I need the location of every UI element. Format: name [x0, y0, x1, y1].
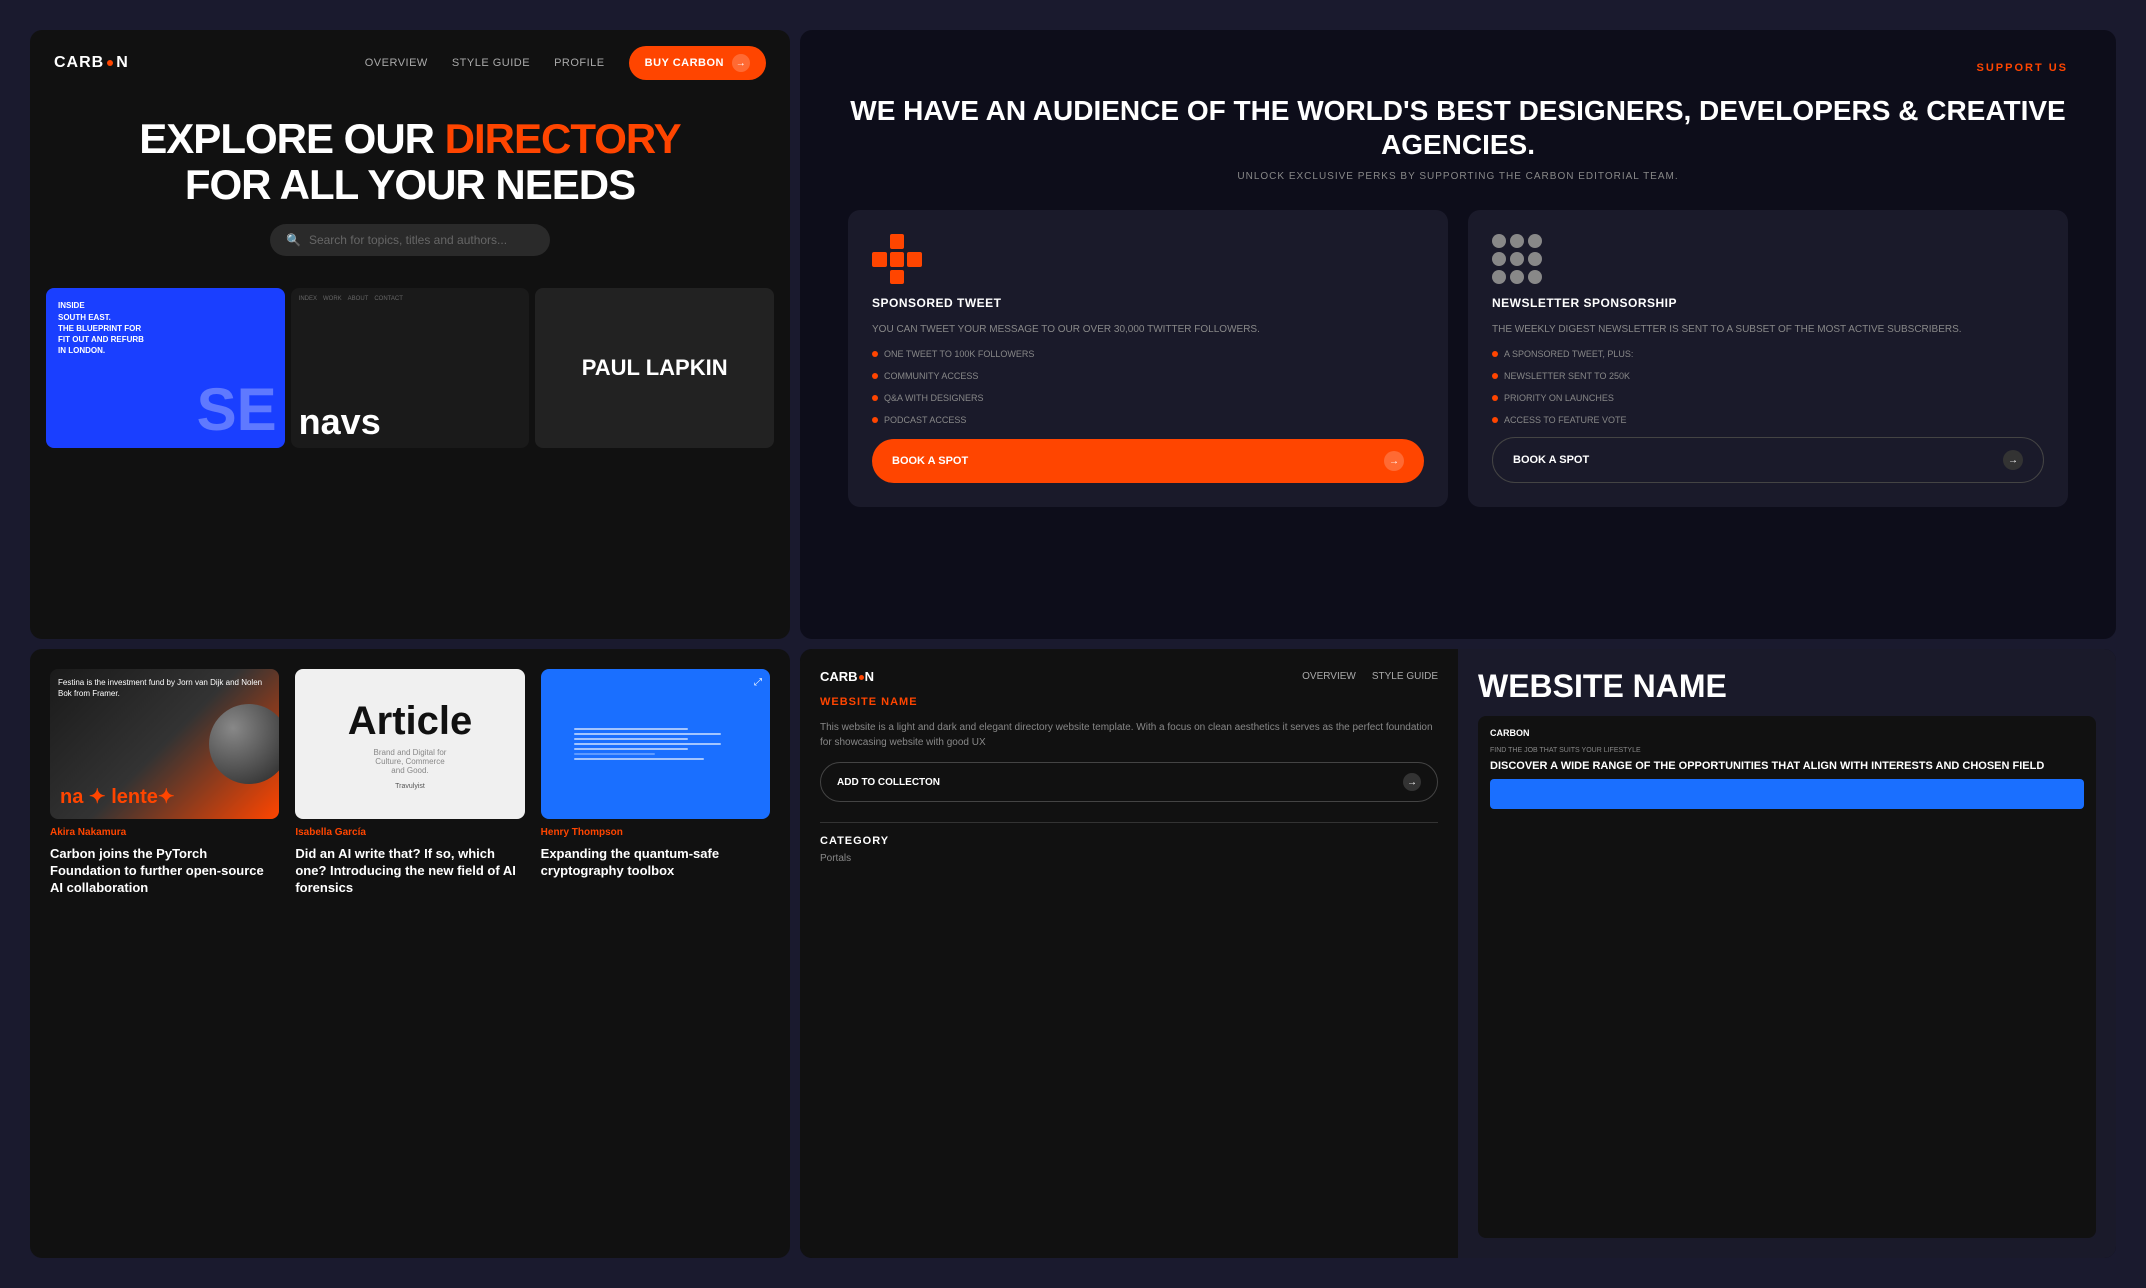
blog-img-festina: Festina is the investment fund by Jorn v… [50, 669, 279, 819]
buy-carbon-button[interactable]: BUY CARBON → [629, 46, 766, 80]
quantum-lines [564, 684, 747, 804]
website-right-title: WEBSITE NAME [1478, 669, 2096, 704]
sponsored-tweet-card: SPONSORED TWEET YOU CAN TWEET YOUR MESSA… [848, 210, 1448, 507]
add-to-collection-button[interactable]: ADD TO COLLECTON → [820, 762, 1438, 802]
sponsorship-grid: SPONSORED TWEET YOU CAN TWEET YOUR MESSA… [848, 210, 2068, 507]
newsletter-feature-2: NEWSLETTER SENT TO 250K [1492, 371, 2044, 381]
search-bar[interactable]: 🔍 Search for topics, titles and authors.… [270, 224, 550, 256]
newsletter-desc: THE WEEKLY DIGEST NEWSLETTER IS SENT TO … [1492, 322, 2044, 337]
blog-card-1[interactable]: Festina is the investment fund by Jorn v… [50, 669, 279, 1238]
blog-title-1: Carbon joins the PyTorch Foundation to f… [50, 846, 279, 897]
panel-blog: Festina is the investment fund by Jorn v… [30, 649, 790, 1258]
website-left: CARBN OVERVIEW STYLE GUIDE WEBSITE NAME … [800, 649, 1458, 1258]
search-placeholder: Search for topics, titles and authors... [309, 233, 507, 247]
tweet-feature-2: COMMUNITY ACCESS [872, 371, 1424, 381]
panel-website-template: CARBN OVERVIEW STYLE GUIDE WEBSITE NAME … [800, 649, 2116, 1258]
blog-img-article: Article Brand and Digital forCulture, Co… [295, 669, 524, 819]
cross-icon [872, 234, 922, 284]
hero-title: EXPLORE OUR DIRECTORY FOR ALL YOUR NEEDS [70, 116, 750, 208]
support-label: SUPPORT US [1976, 62, 2068, 74]
tweet-feature-3: Q&A WITH DESIGNERS [872, 393, 1424, 403]
nav-links: OVERVIEW STYLE GUIDE PROFILE BUY CARBON … [365, 46, 766, 80]
book-newsletter-button[interactable]: BOOK A SPOT → [1492, 437, 2044, 483]
website-nav-links: OVERVIEW STYLE GUIDE [1302, 671, 1438, 682]
website-nav-style-guide[interactable]: STYLE GUIDE [1372, 671, 1438, 682]
festina-sphere [209, 704, 279, 784]
category-section: CATEGORY Portals [820, 822, 1438, 864]
dots-icon [1492, 234, 1542, 284]
newsletter-feature-4: ACCESS TO FEATURE VOTE [1492, 415, 2044, 425]
book-tweet-arrow-icon: → [1384, 451, 1404, 471]
nav-style-guide[interactable]: STYLE GUIDE [452, 57, 530, 69]
tweet-type: SPONSORED TWEET [872, 296, 1424, 310]
website-nav: CARBN OVERVIEW STYLE GUIDE [820, 669, 1438, 684]
blog-author-1: Akira Nakamura [50, 827, 279, 838]
newsletter-type: NEWSLETTER SPONSORSHIP [1492, 296, 2044, 310]
book-tweet-button[interactable]: BOOK A SPOT → [872, 439, 1424, 483]
blog-grid: Festina is the investment fund by Jorn v… [50, 669, 770, 1238]
nav-profile[interactable]: PROFILE [554, 57, 605, 69]
paul-name: PAUL LAPKIN [582, 356, 728, 380]
blog-title-3: Expanding the quantum-safe cryptography … [541, 846, 770, 880]
category-value: Portals [820, 853, 1438, 864]
website-name-label: WEBSITE NAME [820, 696, 1438, 708]
preview-card-navs[interactable]: INDEXWORKABOUTCONTACT navs [291, 288, 530, 448]
search-icon: 🔍 [286, 233, 301, 247]
nav-bar: CARBN OVERVIEW STYLE GUIDE PROFILE BUY C… [30, 30, 790, 96]
website-desc: This website is a light and dark and ele… [820, 720, 1438, 750]
book-newsletter-arrow-icon: → [2003, 450, 2023, 470]
festina-text: Festina is the investment fund by Jorn v… [50, 669, 279, 707]
support-subtitle: UNLOCK EXCLUSIVE PERKS BY SUPPORTING THE… [1237, 171, 1678, 182]
blog-card-2[interactable]: Article Brand and Digital forCulture, Co… [295, 669, 524, 1238]
expand-icon: ⤢ [754, 677, 762, 688]
newsletter-feature-1: A SPONSORED TWEET, PLUS: [1492, 349, 2044, 359]
blog-card-3[interactable]: ⤢ Henry Thompson Expanding the quantum-s… [541, 669, 770, 1238]
festina-logo: na ✦ lente✦ [60, 784, 175, 809]
preview-card-paul[interactable]: PAUL LAPKIN [535, 288, 774, 448]
mini-preview-tagline: FIND THE JOB THAT SUITS YOUR LIFESTYLE [1490, 746, 2084, 756]
mini-preview-main-title: DISCOVER A WIDE RANGE OF THE OPPORTUNITI… [1490, 760, 2084, 773]
blueprint-text: INSIDESOUTH EAST.THE BLUEPRINT FORFIT OU… [58, 300, 144, 356]
blueprint-letter: SE [197, 380, 277, 440]
preview-cards: INSIDESOUTH EAST.THE BLUEPRINT FORFIT OU… [30, 288, 790, 448]
newsletter-feature-3: PRIORITY ON LAUNCHES [1492, 393, 2044, 403]
navs-mini-nav: INDEXWORKABOUTCONTACT [299, 296, 522, 302]
mini-preview-blue-card [1490, 779, 2084, 809]
hero-section: EXPLORE OUR DIRECTORY FOR ALL YOUR NEEDS… [30, 96, 790, 288]
tweet-feature-4: PODCAST ACCESS [872, 415, 1424, 425]
buy-arrow-icon: → [732, 54, 750, 72]
newsletter-card: NEWSLETTER SPONSORSHIP THE WEEKLY DIGEST… [1468, 210, 2068, 507]
navs-brand: navs [299, 404, 522, 440]
nav-overview[interactable]: OVERVIEW [365, 57, 428, 69]
blog-img-quantum: ⤢ [541, 669, 770, 819]
blog-author-2: Isabella García [295, 827, 524, 838]
logo: CARBN [54, 54, 129, 72]
panel-directory: CARBN OVERVIEW STYLE GUIDE PROFILE BUY C… [30, 30, 790, 639]
blog-title-2: Did an AI write that? If so, which one? … [295, 846, 524, 897]
article-text: Article [348, 699, 473, 744]
blog-author-3: Henry Thompson [541, 827, 770, 838]
category-label: CATEGORY [820, 822, 1438, 847]
main-container: CARBN OVERVIEW STYLE GUIDE PROFILE BUY C… [30, 30, 2116, 1258]
panel-support: SUPPORT US WE HAVE AN AUDIENCE OF THE WO… [800, 30, 2116, 639]
mini-preview: CARBON FIND THE JOB THAT SUITS YOUR LIFE… [1478, 716, 2096, 1238]
website-nav-overview[interactable]: OVERVIEW [1302, 671, 1356, 682]
website-right: WEBSITE NAME CARBON FIND THE JOB THAT SU… [1458, 649, 2116, 1258]
tweet-desc: YOU CAN TWEET YOUR MESSAGE TO OUR OVER 3… [872, 322, 1424, 337]
add-arrow-icon: → [1403, 773, 1421, 791]
tweet-feature-1: ONE TWEET TO 100K FOLLOWERS [872, 349, 1424, 359]
website-logo: CARBN [820, 669, 874, 684]
mini-preview-logo: CARBON [1490, 728, 2084, 738]
support-title: WE HAVE AN AUDIENCE OF THE WORLD'S BEST … [848, 94, 2068, 161]
preview-card-blueprint[interactable]: INSIDESOUTH EAST.THE BLUEPRINT FORFIT OU… [46, 288, 285, 448]
